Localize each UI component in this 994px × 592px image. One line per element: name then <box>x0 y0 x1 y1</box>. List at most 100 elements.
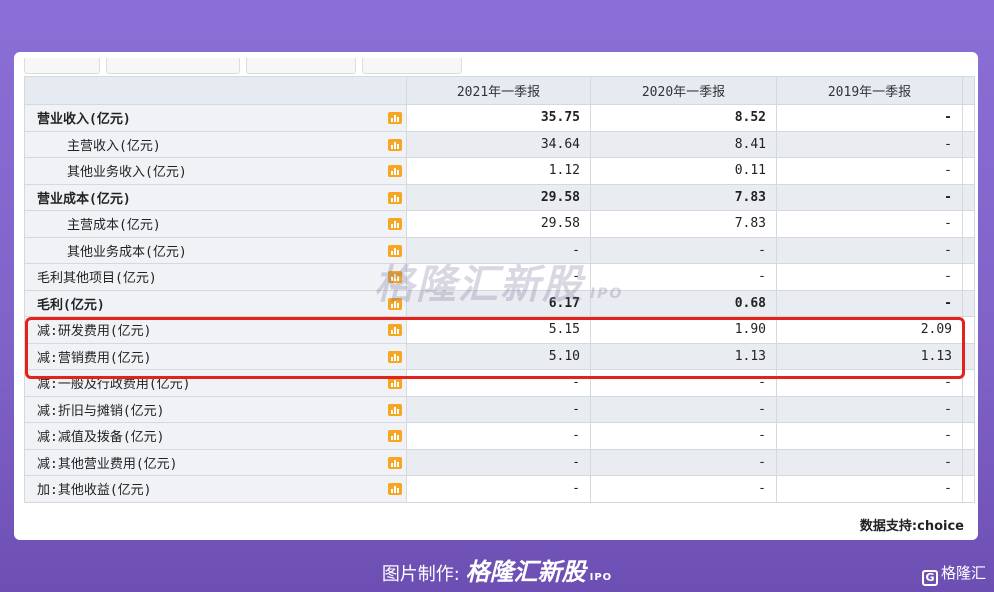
income-statement-table: 2021年一季报 2020年一季报 2019年一季报 营业收入(亿元) 35.75… <box>24 76 975 503</box>
bar-chart-icon[interactable] <box>388 297 402 310</box>
row-label: 毛利(亿元) <box>24 289 407 317</box>
bar-chart-icon[interactable] <box>388 456 402 469</box>
row-label-text: 主营成本(亿元) <box>67 218 161 234</box>
cell-value: - <box>406 448 591 476</box>
row-label-text: 主营收入(亿元) <box>67 138 161 154</box>
cell-value: 29.58 <box>406 210 591 238</box>
bar-chart-icon[interactable] <box>388 191 402 204</box>
table-row: 加:其他收益(亿元) - - - <box>24 475 975 503</box>
cell-value: 6.17 <box>406 289 591 317</box>
row-label-text: 毛利(亿元) <box>37 297 105 313</box>
cell-value: 29.58 <box>406 183 591 211</box>
scrollbar-gutter <box>962 448 975 476</box>
cell-value: - <box>590 236 777 264</box>
tab-stub[interactable] <box>106 58 240 74</box>
row-label-text: 其他业务成本(亿元) <box>67 244 187 260</box>
scrollbar-gutter <box>962 475 975 503</box>
cell-value: 0.11 <box>590 157 777 185</box>
tab-stub[interactable] <box>24 58 100 74</box>
scrollbar-gutter <box>962 183 975 211</box>
row-label: 减:减值及拨备(亿元) <box>24 422 407 450</box>
cell-value: 0.68 <box>590 289 777 317</box>
bar-chart-icon[interactable] <box>388 483 402 495</box>
data-source: 数据支持:choice <box>859 519 964 534</box>
bar-chart-icon[interactable] <box>388 271 402 283</box>
bar-chart-icon[interactable] <box>388 218 402 230</box>
credit-sub: IPO <box>589 572 613 583</box>
tab-stub[interactable] <box>362 58 462 74</box>
table-row: 减:研发费用(亿元) 5.15 1.90 2.09 <box>24 316 975 344</box>
table-body: 营业收入(亿元) 35.75 8.52- 主营收入(亿元) 34.64 8.41- 其他业务… <box>24 104 975 503</box>
row-label: 毛利其他项目(亿元) <box>24 263 407 291</box>
cell-value: 34.64 <box>406 130 591 158</box>
table-row: 其他业务成本(亿元) - - - <box>24 236 975 264</box>
cell-value: - <box>406 395 591 423</box>
header-2021q1[interactable]: 2021年一季报 <box>406 76 591 105</box>
cell-value: 1.90 <box>590 316 777 344</box>
corner-logo: G 格隆汇 <box>921 562 986 586</box>
row-label: 减:其他营业费用(亿元) <box>24 448 407 476</box>
image-credit: 图片制作: 格隆汇新股 IPO <box>0 552 994 587</box>
table-row: 减:其他营业费用(亿元) - - - <box>24 448 975 476</box>
cell-value: - <box>776 104 963 132</box>
bar-chart-icon[interactable] <box>388 324 402 336</box>
cell-value: - <box>590 369 777 397</box>
cell-value: - <box>776 422 963 450</box>
cell-value: - <box>776 289 963 317</box>
cell-value: 7.83 <box>590 210 777 238</box>
row-label-text: 减:营销费用(亿元) <box>37 350 152 366</box>
bar-chart-icon[interactable] <box>388 112 402 124</box>
row-label: 其他业务成本(亿元) <box>24 236 407 264</box>
credit-prefix: 图片制作: <box>381 564 460 585</box>
scrollbar-gutter <box>962 76 975 105</box>
scrollbar-gutter <box>962 316 975 344</box>
cell-value: - <box>776 236 963 264</box>
header-2020q1[interactable]: 2020年一季报 <box>590 76 777 105</box>
cell-value: 8.52 <box>590 104 777 132</box>
row-label: 其他业务收入(亿元) <box>24 157 407 185</box>
row-label: 主营成本(亿元) <box>24 210 407 238</box>
table-row: 减:一般及行政费用(亿元) - - - <box>24 369 975 397</box>
cell-value: - <box>776 130 963 158</box>
row-label: 减:营销费用(亿元) <box>24 342 407 370</box>
cell-value: 8.41 <box>590 130 777 158</box>
cell-value: 5.10 <box>406 342 591 370</box>
row-label-text: 减:一般及行政费用(亿元) <box>37 377 191 393</box>
bar-chart-icon[interactable] <box>388 138 402 151</box>
cell-value: - <box>590 395 777 423</box>
cell-value: 1.13 <box>590 342 777 370</box>
cell-value: - <box>776 263 963 291</box>
bar-chart-icon[interactable] <box>388 350 402 363</box>
row-label-text: 减:折旧与摊销(亿元) <box>37 403 165 419</box>
table-row: 营业成本(亿元) 29.58 7.83- <box>24 183 975 211</box>
bar-chart-icon[interactable] <box>388 244 402 257</box>
bar-chart-icon[interactable] <box>388 165 402 177</box>
row-label: 减:研发费用(亿元) <box>24 316 407 344</box>
bar-chart-icon[interactable] <box>388 403 402 416</box>
scrollbar-gutter <box>962 130 975 158</box>
scrollbar-gutter <box>962 342 975 370</box>
header-label <box>24 76 407 105</box>
bar-chart-icon[interactable] <box>388 377 402 389</box>
table-header-row: 2021年一季报 2020年一季报 2019年一季报 <box>24 76 975 105</box>
logo-text: 格隆汇 <box>940 564 986 582</box>
row-label-text: 其他业务收入(亿元) <box>67 165 187 181</box>
scrollbar-gutter <box>962 210 975 238</box>
cell-value: - <box>776 475 963 503</box>
tab-stub[interactable] <box>246 58 356 74</box>
row-label-text: 减:研发费用(亿元) <box>37 324 152 340</box>
scrollbar-gutter <box>962 263 975 291</box>
cell-value: - <box>590 422 777 450</box>
cell-value: - <box>590 475 777 503</box>
scrollbar-gutter <box>962 157 975 185</box>
header-2019q1[interactable]: 2019年一季报 <box>776 76 963 105</box>
cell-value: 1.13 <box>776 342 963 370</box>
scrollbar-gutter <box>962 395 975 423</box>
credit-brand: 格隆汇新股 <box>465 558 586 586</box>
scrollbar-gutter <box>962 369 975 397</box>
row-label-text: 减:其他营业费用(亿元) <box>37 456 178 472</box>
bar-chart-icon[interactable] <box>388 430 402 442</box>
row-label-text: 营业成本(亿元) <box>37 191 131 207</box>
row-label-text: 减:减值及拨备(亿元) <box>37 430 165 446</box>
table-row: 其他业务收入(亿元) 1.12 0.11- <box>24 157 975 185</box>
